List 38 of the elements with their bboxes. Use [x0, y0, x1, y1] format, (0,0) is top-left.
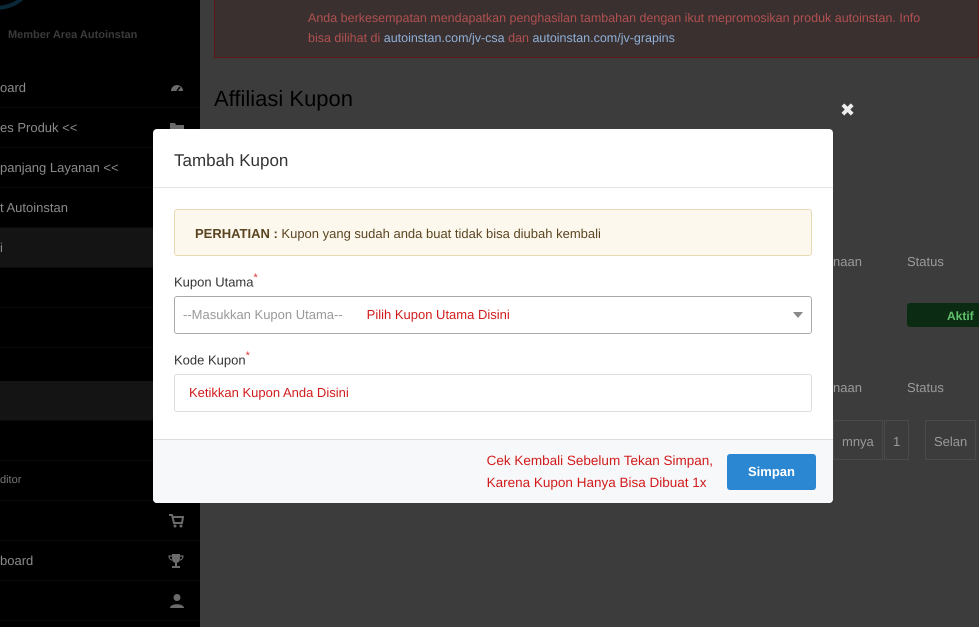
close-icon[interactable]: ✖ [840, 100, 855, 120]
select-field[interactable]: --Masukkan Kupon Utama-- Pilih Kupon Utama Disini [174, 296, 812, 334]
column-header[interactable]: Status [907, 378, 944, 398]
sidebar-item-label: panjang Layanan << [0, 158, 119, 177]
sidebar-item-label: board [0, 552, 34, 570]
sidebar-item[interactable]: oard [0, 68, 200, 108]
pagination-link[interactable]: 1 [884, 420, 910, 460]
modal-title: Tambah Kupon [153, 129, 833, 188]
sidebar-item[interactable]: board [0, 541, 200, 581]
sidebar-item-label: t Autoinstan [0, 198, 68, 217]
column-header[interactable]: naan [833, 378, 862, 398]
link[interactable]: autoinstan.com/jv-csa [384, 31, 505, 45]
input-field[interactable]: Ketikkan Kupon Anda Disini [174, 374, 812, 412]
page-title: Affiliasi Kupon [214, 86, 354, 112]
link[interactable]: autoinstan.com/jv-grapins [532, 31, 675, 45]
sidebar-item-label: es Produk << [0, 118, 78, 137]
warning-text: Kupon yang sudah anda buat tidak bisa diubah kembali [280, 226, 601, 241]
required-mark: * [254, 272, 258, 284]
select-placeholder: --Masukkan Kupon Utama-- [183, 306, 343, 324]
notice-text: Anda berkesempatan mendapatkan penghasilan tambahan dengan ikut mepromosikan produk autoinstan. Info [308, 10, 922, 27]
column-header[interactable]: Status [907, 252, 944, 272]
status-badge: Aktif [907, 303, 979, 327]
notice-text: dan [507, 31, 530, 45]
required-mark: * [246, 350, 250, 362]
annotation-text: Cek Kembali Sebelum Tekan Simpan, Karena Kupon Hanya Bisa Dibuat 1x [486, 452, 713, 492]
column-header[interactable]: naan [833, 252, 862, 272]
sidebar-item-label: ditor [0, 473, 22, 488]
sidebar-item-label: i [0, 238, 3, 257]
field-label: Kode Kupon [174, 352, 246, 368]
notice-text: bisa dilihat di [308, 31, 382, 45]
save-button[interactable]: Simpan [727, 454, 816, 490]
pagination-link[interactable]: Selan [925, 420, 976, 460]
pagination-link[interactable]: mnya [833, 420, 883, 460]
sidebar-item-label: oard [0, 78, 26, 97]
brand-text: Member Area Autoinstan [8, 29, 138, 41]
annotation-text: Pilih Kupon Utama Disini [366, 306, 510, 324]
field-label: Kupon Utama [174, 274, 254, 290]
annotation-text: Ketikkan Kupon Anda Disini [189, 384, 349, 402]
